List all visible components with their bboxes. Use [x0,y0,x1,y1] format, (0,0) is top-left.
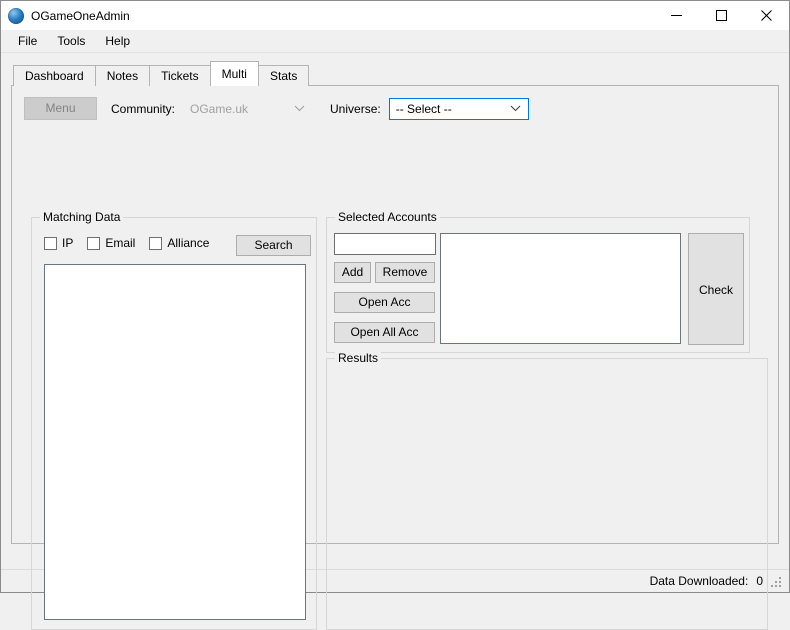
application-window: OGameOneAdmin File Tools Help Dashboard … [0,0,790,630]
checkbox-ip-box[interactable] [44,236,57,250]
menu-item-file[interactable]: File [8,31,47,51]
close-icon [761,10,772,21]
tab-notes[interactable]: Notes [94,65,151,86]
checkbox-email[interactable]: Email [87,236,135,250]
selected-accounts-title: Selected Accounts [335,210,440,224]
add-button[interactable]: Add [334,262,371,283]
tab-area: Dashboard Notes Tickets Multi Stats Menu… [1,53,789,630]
maximize-button[interactable] [699,1,744,30]
checkbox-email-label: Email [105,236,136,250]
minimize-button[interactable] [654,1,699,30]
maximize-icon [716,10,727,21]
community-label: Community: [111,101,176,116]
tab-panel-multi: Menu Community: OGame.uk Universe: -- Se… [11,85,779,630]
results-content[interactable] [328,360,766,628]
checkbox-ip[interactable]: IP [44,236,73,250]
multi-toolbar: Menu Community: OGame.uk Universe: -- Se… [12,86,778,120]
tab-tickets[interactable]: Tickets [149,65,211,86]
tab-strip: Dashboard Notes Tickets Multi Stats [11,61,779,86]
menu-button[interactable]: Menu [24,97,97,120]
chevron-down-icon [510,99,521,119]
resize-grip-icon[interactable] [771,575,783,587]
menu-item-help[interactable]: Help [95,31,140,51]
menu-bar: File Tools Help [1,30,789,53]
window-title: OGameOneAdmin [31,8,130,23]
checkbox-alliance-label: Alliance [167,236,210,250]
results-group: Results [326,351,768,630]
universe-value: -- Select -- [395,101,452,116]
universe-label: Universe: [330,101,381,116]
tab-stats[interactable]: Stats [257,65,310,86]
community-value: OGame.uk [190,101,249,116]
matching-data-checkboxes: IP Email Alliance [44,236,223,250]
close-button[interactable] [744,1,789,30]
menu-item-tools[interactable]: Tools [47,31,95,51]
tab-multi[interactable]: Multi [209,61,259,86]
matching-data-group: Matching Data IP Email Alliance Search [31,210,317,630]
checkbox-email-box[interactable] [87,236,101,250]
globe-icon [8,7,24,24]
selected-accounts-group: Selected Accounts Add Remove Open Acc Op… [326,210,750,353]
selected-accounts-list[interactable] [440,233,681,344]
title-bar: OGameOneAdmin [1,1,789,30]
checkbox-alliance[interactable]: Alliance [149,236,209,250]
search-button[interactable]: Search [236,235,311,256]
universe-dropdown[interactable]: -- Select -- [388,97,529,120]
remove-button[interactable]: Remove [375,262,435,283]
open-acc-button[interactable]: Open Acc [334,292,435,313]
checkbox-alliance-box[interactable] [149,236,163,250]
account-input[interactable] [334,233,436,255]
minimize-icon [671,15,682,16]
chevron-down-icon [294,99,305,119]
matching-data-title: Matching Data [40,210,124,224]
window-controls [654,1,789,30]
checkbox-ip-label: IP [62,236,74,250]
community-dropdown[interactable]: OGame.uk [183,97,314,120]
open-all-acc-button[interactable]: Open All Acc [334,322,435,343]
check-button[interactable]: Check [688,233,744,345]
matching-data-list[interactable] [44,264,306,620]
tab-dashboard[interactable]: Dashboard [13,65,96,86]
